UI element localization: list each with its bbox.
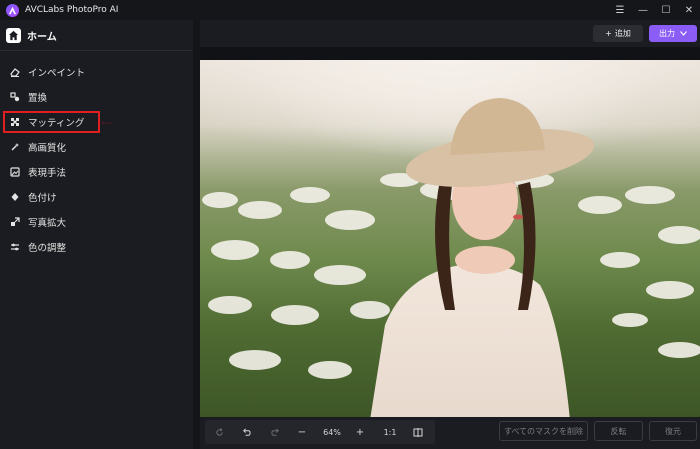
- minimize-button[interactable]: —: [638, 5, 648, 16]
- add-button-label: 追加: [614, 29, 631, 38]
- export-button[interactable]: 出力: [649, 25, 697, 42]
- upscale-icon: [11, 216, 20, 226]
- main-panel: + 追加 出力 − 64% + 1:1 すべてのマスクを削除 反転 復元: [200, 20, 700, 449]
- sidebar-item-label: 表現手法: [28, 167, 67, 179]
- sidebar-divider: [0, 50, 193, 51]
- export-button-label: 出力: [659, 29, 675, 38]
- bottom-toolbar: − 64% + 1:1 すべてのマスクを削除 反転 復元: [200, 417, 700, 449]
- actual-size-button[interactable]: 1:1: [380, 420, 400, 444]
- compare-icon: [413, 427, 423, 437]
- redo-button[interactable]: [267, 420, 283, 444]
- home-icon: [6, 28, 21, 43]
- menu-icon[interactable]: ☰: [615, 5, 625, 16]
- home-button[interactable]: ホーム: [6, 28, 57, 43]
- sidebar-item-upscale[interactable]: 写真拡大: [0, 209, 193, 234]
- sidebar-item-inpaint[interactable]: インペイント: [0, 59, 193, 84]
- sidebar-item-enhance[interactable]: 高画質化: [0, 134, 193, 159]
- maximize-button[interactable]: ☐: [661, 5, 671, 16]
- style-icon: [10, 166, 20, 177]
- app-title: AVCLabs PhotoPro AI: [25, 5, 119, 15]
- sidebar-menu: インペイント 置換 マッティング 高画質化 表現手法 色付け 写真拡大 色の調整: [0, 59, 193, 259]
- app-window: AVCLabs PhotoPro AI ☰ — ☐ ✕ ホーム インペイント 置…: [0, 0, 700, 449]
- sidebar-item-adjust[interactable]: 色の調整: [0, 234, 193, 259]
- zoom-level: 64%: [323, 427, 341, 437]
- sidebar-item-replace[interactable]: 置換: [0, 84, 193, 109]
- sidebar-item-colorize[interactable]: 色付け: [0, 184, 193, 209]
- undo-icon: [242, 428, 251, 436]
- colorize-icon: [11, 192, 19, 201]
- highlight-box: [3, 111, 100, 133]
- compare-button[interactable]: [410, 420, 426, 444]
- panel-separator: [193, 20, 200, 449]
- redo-icon: [270, 428, 279, 436]
- replace-icon: [10, 91, 20, 101]
- eraser-icon: [10, 67, 20, 77]
- photo-canvas[interactable]: [200, 60, 700, 420]
- zoom-in-button[interactable]: +: [353, 420, 367, 444]
- title-bar: AVCLabs PhotoPro AI ☰ — ☐ ✕: [0, 0, 700, 20]
- view-tool-group: − 64% + 1:1: [205, 420, 435, 444]
- sidebar-item-style[interactable]: 表現手法: [0, 159, 193, 184]
- main-topbar: + 追加 出力: [200, 20, 700, 47]
- close-button[interactable]: ✕: [684, 5, 694, 16]
- refresh-icon: [215, 427, 223, 436]
- add-button[interactable]: + 追加: [593, 25, 643, 42]
- plus-icon: +: [355, 426, 365, 438]
- undo-button[interactable]: [238, 420, 254, 444]
- zoom-out-button[interactable]: −: [295, 420, 309, 444]
- sidebar-item-label: 色付け: [28, 192, 57, 204]
- sidebar: ホーム インペイント 置換 マッティング 高画質化 表現手法 色付け 写真拡大 …: [0, 20, 193, 449]
- invert-button[interactable]: 反転: [594, 421, 643, 441]
- sidebar-item-matting[interactable]: マッティング: [0, 109, 193, 134]
- sidebar-item-label: 写真拡大: [28, 217, 67, 229]
- restore-button[interactable]: 復元: [649, 421, 697, 441]
- clear-masks-button[interactable]: すべてのマスクを削除: [499, 421, 588, 441]
- minus-icon: −: [297, 426, 307, 438]
- plus-icon: +: [605, 29, 612, 38]
- sidebar-item-label: 高画質化: [28, 142, 67, 154]
- adjust-icon: [11, 243, 19, 250]
- sidebar-item-label: 色の調整: [28, 242, 67, 254]
- refresh-button[interactable]: [211, 420, 227, 444]
- enhance-icon: [11, 142, 19, 150]
- home-label: ホーム: [27, 32, 57, 43]
- sidebar-item-label: 置換: [28, 92, 48, 104]
- chevron-down-icon: [680, 31, 687, 36]
- app-logo-icon: [6, 3, 19, 17]
- photo-image: [200, 60, 700, 420]
- sidebar-item-label: インペイント: [28, 67, 86, 79]
- red-arrow-annotation: [102, 122, 112, 124]
